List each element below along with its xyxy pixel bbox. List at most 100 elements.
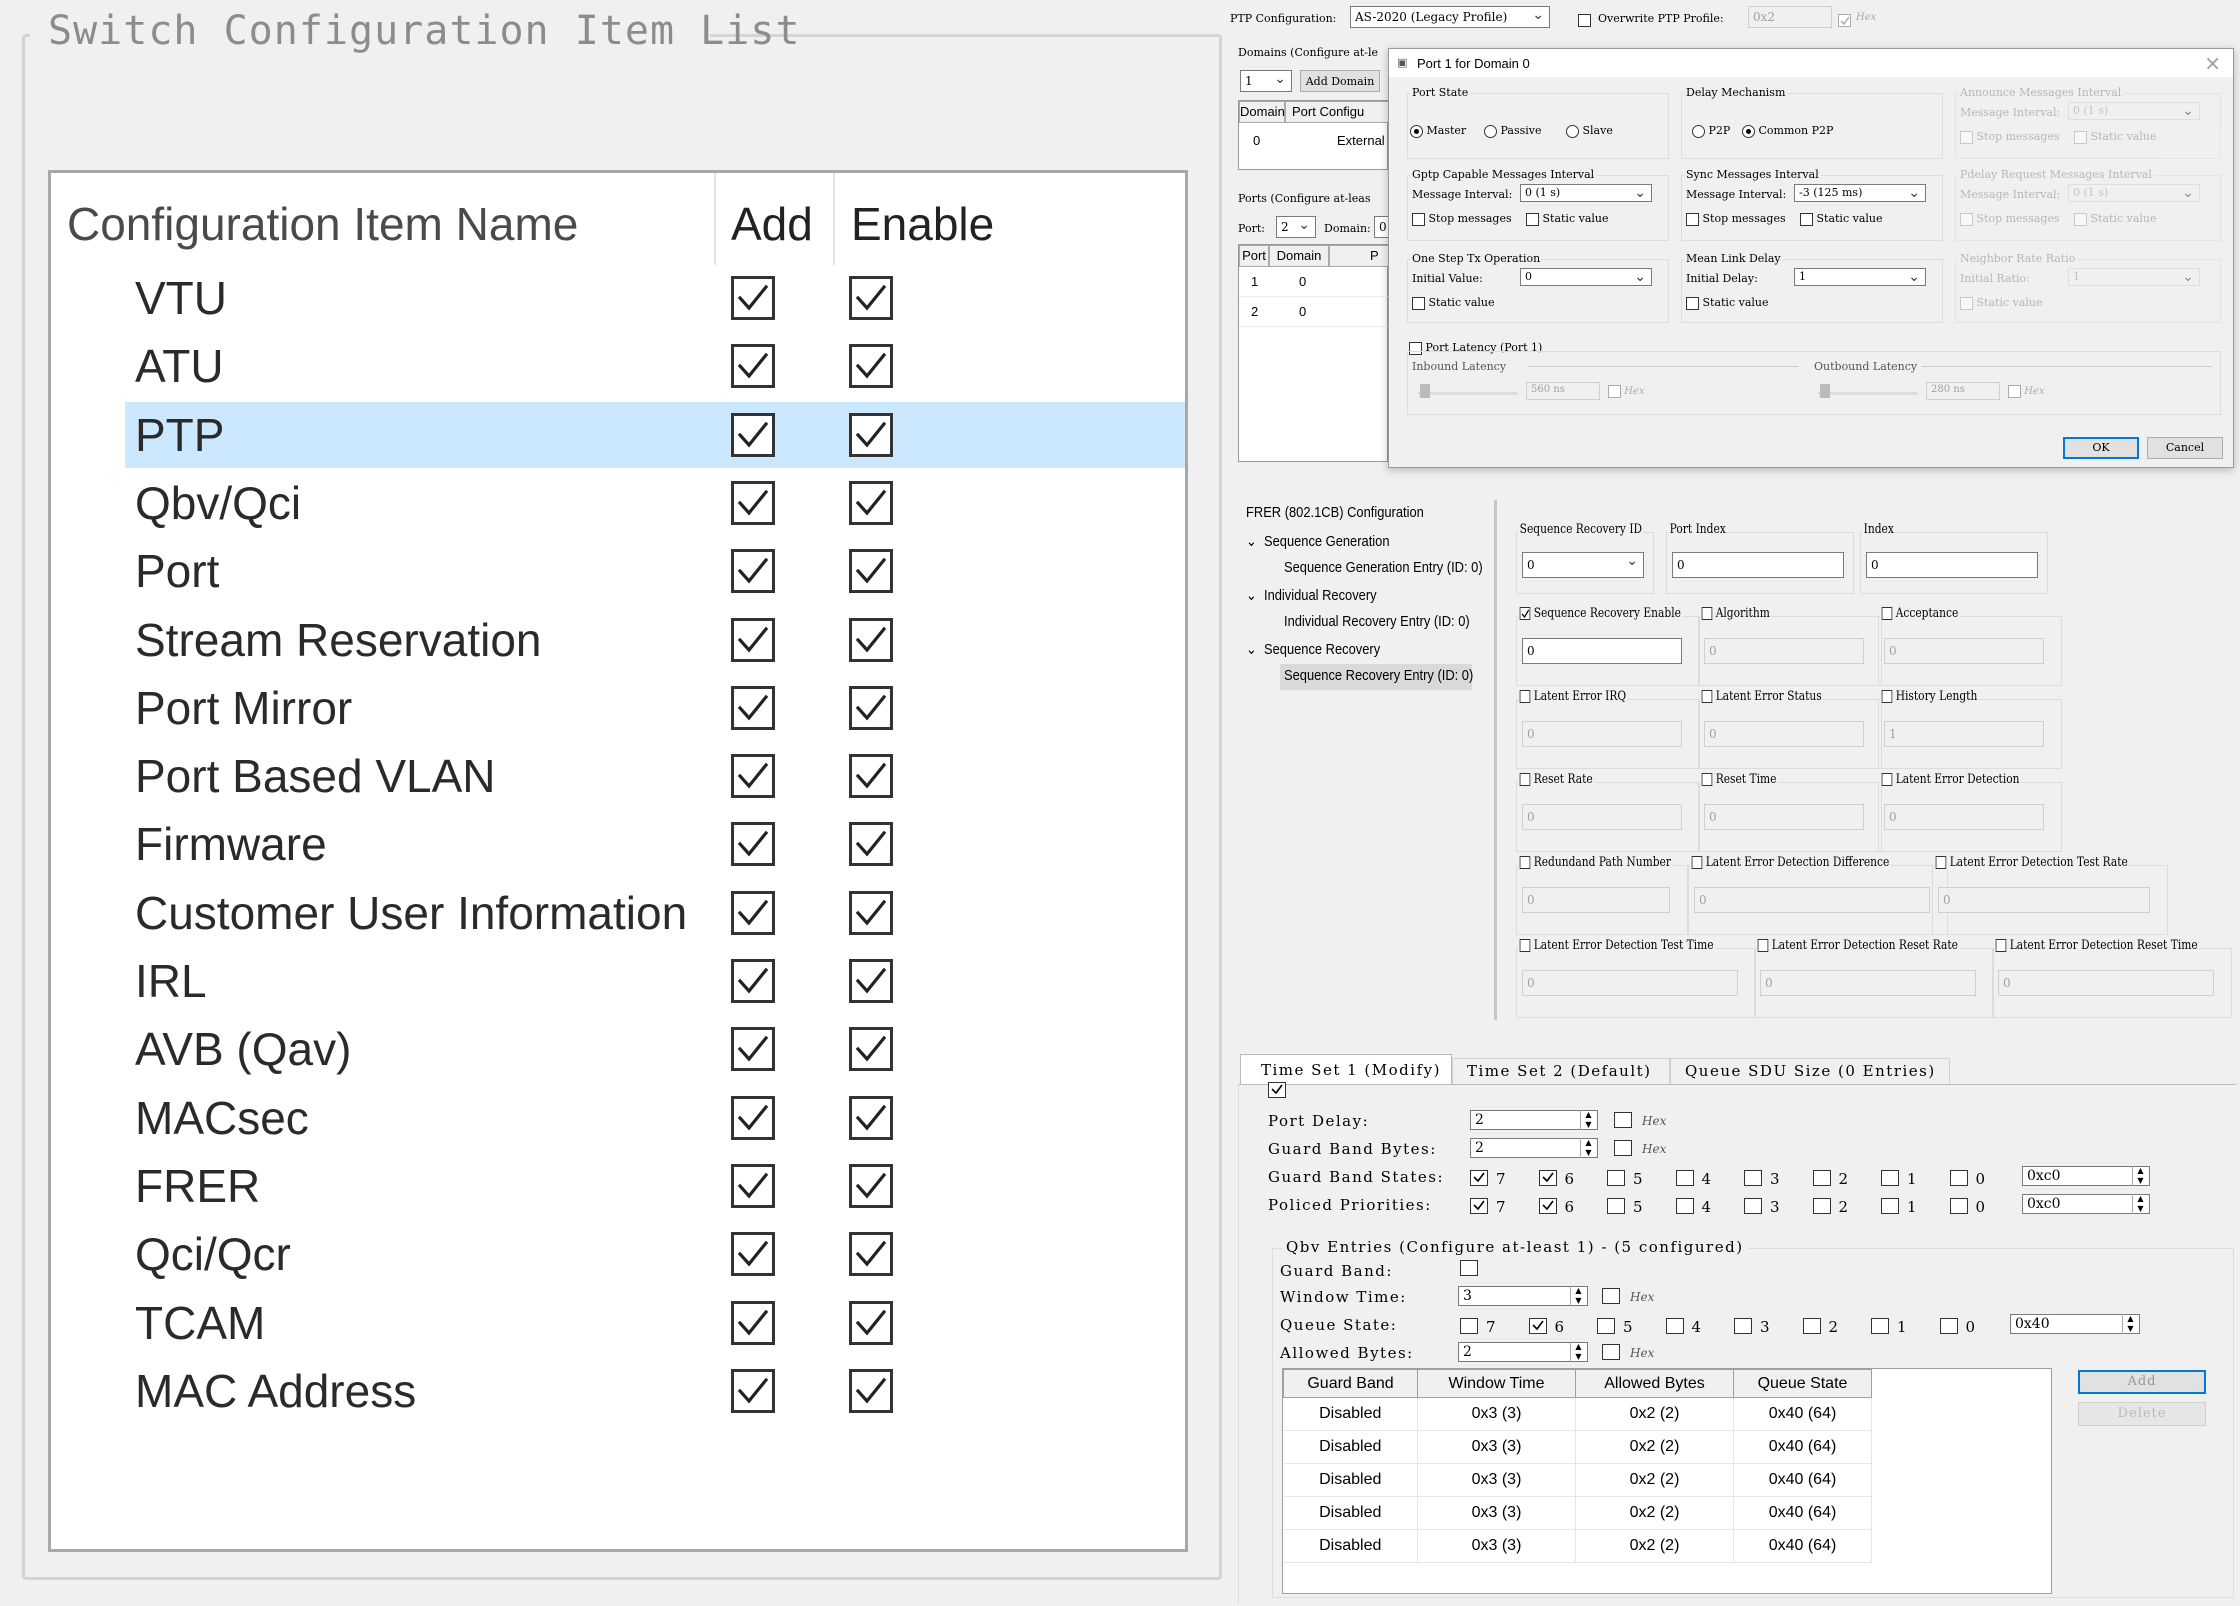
pdelay-static-checkbox[interactable]: Static value <box>2074 212 2157 226</box>
algorithm-input[interactable]: 0 <box>1704 638 1864 664</box>
tab-time-set-1[interactable]: Time Set 1 (Modify) <box>1240 1054 1452 1084</box>
inbound-latency-input[interactable]: 560 ns <box>1526 382 1600 400</box>
add-checkbox[interactable] <box>731 344 775 389</box>
guard-band-bytes-input[interactable]: 2 <box>1470 1138 1598 1158</box>
bit-1-checkbox[interactable] <box>1871 1318 1889 1334</box>
latent-error-status-checkbox[interactable]: Latent Error Status <box>1700 689 1824 704</box>
latent-error-status-input[interactable]: 0 <box>1704 721 1864 747</box>
bit-0-checkbox[interactable] <box>1939 1318 1958 1334</box>
allowed-bytes-hex-checkbox[interactable] <box>1602 1344 1620 1360</box>
port-delay-spinner[interactable]: ▲ ▼ <box>1580 1110 1596 1130</box>
close-icon[interactable]: × <box>2204 51 2221 75</box>
latent-error-detection-input[interactable]: 0 <box>1884 804 2044 830</box>
enable-checkbox[interactable] <box>849 344 893 389</box>
qbv-col-header[interactable]: Allowed Bytes <box>1575 1369 1734 1398</box>
tab-time-set-2[interactable]: Time Set 2 (Default) <box>1452 1058 1670 1084</box>
bit-1-checkbox[interactable] <box>1881 1198 1899 1214</box>
frer-tree-root[interactable]: FRER (802.1CB) Configuration <box>1246 504 1424 521</box>
cancel-button[interactable]: Cancel <box>2147 437 2223 459</box>
bit-1-checkbox[interactable] <box>1881 1170 1899 1186</box>
latent-error-detection-checkbox[interactable]: Latent Error Detection <box>1880 772 2022 787</box>
history-length-input[interactable]: 1 <box>1884 721 2044 747</box>
config-item-row[interactable]: VTU <box>125 265 1185 331</box>
config-item-row[interactable]: IRL <box>125 948 1185 1014</box>
enable-checkbox[interactable] <box>849 1027 893 1072</box>
add-checkbox[interactable] <box>731 1368 775 1413</box>
add-checkbox[interactable] <box>731 617 775 662</box>
table-row[interactable]: Disabled 0x3 (3) 0x2 (2) 0x40 (64) <box>1283 1397 1872 1431</box>
outbound-slider[interactable] <box>1818 392 1918 395</box>
qbv-entries-table[interactable]: Guard Band Window Time Allowed Bytes Queue … <box>1282 1368 2052 1594</box>
table-row[interactable]: 1 0 <box>1239 267 1389 297</box>
port-config-col-header[interactable]: Port Configu <box>1285 101 1389 123</box>
neighbor-rate-select[interactable]: 1 <box>2068 268 2200 286</box>
radio-common-p2p[interactable]: Common P2P <box>1742 124 1833 138</box>
outbound-slider-handle[interactable] <box>1820 384 1830 398</box>
config-item-row[interactable]: Port Mirror <box>125 675 1185 741</box>
chevron-down-icon[interactable]: ⌄ <box>1246 641 1257 658</box>
one-step-select[interactable]: 0 <box>1520 268 1652 286</box>
enable-checkbox[interactable] <box>849 1300 893 1345</box>
bit-3-checkbox[interactable] <box>1734 1318 1752 1334</box>
announce-stop-checkbox[interactable]: Stop messages <box>1960 130 2060 144</box>
enable-checkbox[interactable] <box>849 549 893 594</box>
ok-button[interactable]: OK <box>2063 437 2139 459</box>
add-checkbox[interactable] <box>731 685 775 730</box>
port-select[interactable]: 2 <box>1276 216 1316 238</box>
enable-checkbox[interactable] <box>849 822 893 867</box>
enable-checkbox[interactable] <box>849 685 893 730</box>
enable-checkbox[interactable] <box>849 754 893 799</box>
chevron-down-icon[interactable]: ⌄ <box>1246 587 1257 604</box>
add-checkbox[interactable] <box>731 890 775 935</box>
radio-slave[interactable]: Slave <box>1566 124 1613 138</box>
reset-time-checkbox[interactable]: Reset Time <box>1700 772 1779 787</box>
latent-error-detection-test-rate-checkbox[interactable]: Latent Error Detection Test Rate <box>1934 855 2130 870</box>
acceptance-checkbox[interactable]: Acceptance <box>1880 606 1960 621</box>
enable-checkbox[interactable] <box>849 412 893 457</box>
guard-band-states-spinner[interactable]: ▲ ▼ <box>2132 1166 2148 1186</box>
config-item-row[interactable]: MACsec <box>125 1085 1185 1151</box>
add-checkbox[interactable] <box>731 754 775 799</box>
latent-error-detection-reset-rate-checkbox[interactable]: Latent Error Detection Reset Rate <box>1756 938 1960 953</box>
sequence-recovery-enable-checkbox[interactable]: Sequence Recovery Enable <box>1518 606 1683 621</box>
enable-checkbox[interactable] <box>849 890 893 935</box>
algorithm-checkbox[interactable]: Algorithm <box>1700 606 1772 621</box>
bit-3-checkbox[interactable] <box>1744 1198 1762 1214</box>
latent-error-detection-difference-input[interactable]: 0 <box>1694 887 1930 913</box>
column-header-name[interactable]: Configuration Item Name <box>67 197 578 251</box>
announce-static-checkbox[interactable]: Static value <box>2074 130 2157 144</box>
pdelay-interval-select[interactable]: 0 (1 s) <box>2068 184 2200 202</box>
mean-link-static-checkbox[interactable]: Static value <box>1686 296 1769 310</box>
qbv-col-header[interactable]: Guard Band <box>1283 1369 1418 1398</box>
bit-0-checkbox[interactable] <box>1949 1170 1968 1186</box>
chevron-down-icon[interactable]: ⌄ <box>1246 533 1257 550</box>
bit-6-checkbox[interactable] <box>1538 1198 1557 1214</box>
bit-2-checkbox[interactable] <box>1802 1318 1821 1334</box>
ptp-profile-select[interactable]: AS-2020 (Legacy Profile) <box>1350 6 1550 28</box>
tree-node-sequence-recovery[interactable]: ⌄ Sequence Recovery <box>1246 640 1380 658</box>
bit-2-checkbox[interactable] <box>1812 1170 1831 1186</box>
enable-checkbox[interactable] <box>849 1163 893 1208</box>
acceptance-input[interactable]: 0 <box>1884 638 2044 664</box>
inbound-slider-handle[interactable] <box>1420 384 1430 398</box>
outbound-latency-input[interactable]: 280 ns <box>1926 382 2000 400</box>
config-item-list[interactable]: Configuration Item Name Add Enable VTU AT… <box>48 170 1188 1552</box>
column-header-enable[interactable]: Enable <box>851 197 994 251</box>
overwrite-ptp-checkbox[interactable] <box>1578 10 1591 29</box>
latent-error-detection-reset-time-input[interactable]: 0 <box>1998 970 2214 996</box>
neighbor-static-checkbox[interactable]: Static value <box>1960 296 2043 310</box>
add-domain-button[interactable]: Add Domain <box>1300 70 1380 92</box>
config-item-row[interactable]: PTP <box>125 401 1185 468</box>
add-checkbox[interactable] <box>731 822 775 867</box>
sync-interval-select[interactable]: -3 (125 ms) <box>1794 184 1926 202</box>
sequence-recovery-enable-input[interactable]: 0 <box>1522 638 1682 664</box>
latent-error-detection-difference-checkbox[interactable]: Latent Error Detection Difference <box>1690 855 1891 870</box>
bit-5-checkbox[interactable] <box>1597 1318 1615 1334</box>
index-input[interactable]: 0 <box>1866 552 2038 578</box>
qbv-col-header[interactable]: Queue State <box>1733 1369 1872 1398</box>
config-item-row[interactable]: MAC Address <box>125 1358 1185 1424</box>
tree-node-individual-recovery[interactable]: ⌄ Individual Recovery <box>1246 586 1377 604</box>
radio-p2p[interactable]: P2P <box>1692 124 1730 138</box>
p-col-header[interactable]: P <box>1329 245 1389 267</box>
queue-state-input[interactable]: 0x40 <box>2010 1314 2140 1334</box>
